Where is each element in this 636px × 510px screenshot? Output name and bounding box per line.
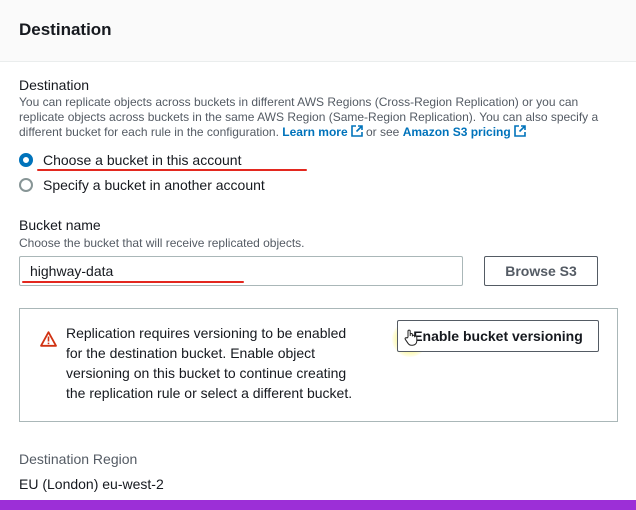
radio-option-another-account[interactable]: Specify a bucket in another account xyxy=(19,175,265,195)
versioning-alert: Replication requires versioning to be en… xyxy=(19,308,618,422)
warning-icon xyxy=(40,331,57,347)
destination-description: You can replicate objects across buckets… xyxy=(19,95,619,140)
radio-label-another-account[interactable]: Specify a bucket in another account xyxy=(43,177,265,193)
learn-more-link[interactable]: Learn more xyxy=(282,125,347,139)
annotation-underline xyxy=(37,169,307,171)
alert-line-1: Replication requires versioning to be en… xyxy=(66,325,347,341)
destination-label: Destination xyxy=(19,77,90,93)
annotation-underline xyxy=(22,281,244,283)
panel-header: Destination xyxy=(0,0,636,62)
external-link-icon[interactable] xyxy=(513,125,526,137)
destination-region-value: EU (London) eu-west-2 xyxy=(19,476,164,492)
radio-label-this-account[interactable]: Choose a bucket in this account xyxy=(43,152,241,168)
radio-selected-icon[interactable] xyxy=(19,153,33,167)
browse-s3-button[interactable]: Browse S3 xyxy=(484,256,598,286)
destination-region-label: Destination Region xyxy=(19,451,138,467)
s3-pricing-link[interactable]: Amazon S3 pricing xyxy=(403,125,511,139)
alert-line-2: for the destination bucket. Enable objec… xyxy=(66,345,316,361)
destination-description-line-1: You can replicate objects across buckets… xyxy=(19,95,579,109)
bottom-accent-bar xyxy=(0,500,636,510)
external-link-icon[interactable] xyxy=(350,125,363,137)
or-see-text: or see xyxy=(366,125,400,139)
enable-bucket-versioning-button[interactable]: Enable bucket versioning xyxy=(397,320,599,352)
bucket-name-description: Choose the bucket that will receive repl… xyxy=(19,236,305,250)
bucket-name-label: Bucket name xyxy=(19,217,101,233)
alert-message: Replication requires versioning to be en… xyxy=(66,323,366,403)
destination-description-line-2: replicate objects across buckets in the … xyxy=(19,110,599,124)
hand-cursor-icon xyxy=(404,329,418,346)
radio-option-this-account[interactable]: Choose a bucket in this account xyxy=(19,150,241,170)
alert-line-3: versioning on this bucket to continue cr… xyxy=(66,365,347,381)
alert-line-4: the replication rule or select a differe… xyxy=(66,385,353,401)
destination-description-line-3-text: different bucket for each rule in the co… xyxy=(19,125,279,139)
replication-destination-panel: Destination Destination You can replicat… xyxy=(0,0,636,510)
radio-unselected-icon[interactable] xyxy=(19,178,33,192)
panel-title: Destination xyxy=(19,20,112,39)
destination-description-line-3: different bucket for each rule in the co… xyxy=(19,125,619,140)
